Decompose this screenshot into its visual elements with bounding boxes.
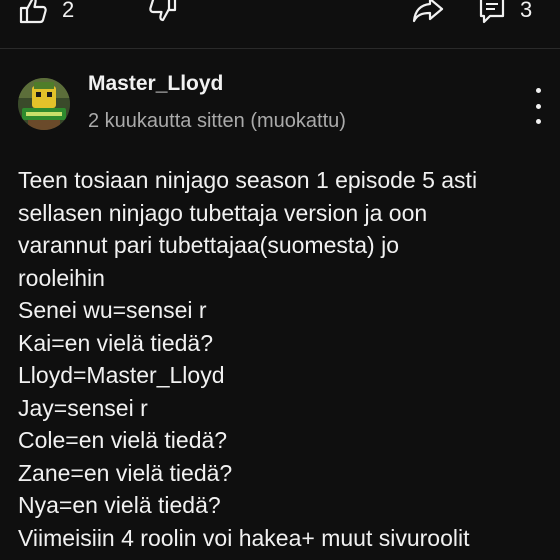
- dislike-button[interactable]: [148, 0, 178, 24]
- like-count: 2: [62, 0, 75, 22]
- comment-line: Kai=en vielä tiedä?: [18, 329, 214, 356]
- thumb-down-icon: [148, 0, 178, 24]
- comment-line: Viimeisiin 4 roolin voi hakea+ muut sivu…: [18, 524, 470, 551]
- comment-timestamp: 2 kuukautta sitten (muokattu): [88, 110, 346, 132]
- comment-line: Cole=en vielä tiedä?: [18, 427, 228, 453]
- share-button[interactable]: [412, 0, 444, 24]
- comment-line: sellasen ninjago tubettaja version ja oo…: [18, 199, 428, 226]
- comment-line: Zane=en vielä tiedä?: [18, 459, 233, 486]
- avatar[interactable]: [18, 78, 70, 130]
- action-bar: 2 3: [0, 0, 560, 49]
- more-vertical-icon-dot: [535, 88, 541, 93]
- comment-line: Senei wu=sensei r: [18, 297, 207, 323]
- share-icon: [412, 0, 444, 24]
- comment-line: varannut pari tubettajaa(suomesta) jo: [18, 232, 399, 258]
- thumb-up-icon: [18, 0, 48, 24]
- comments-button[interactable]: 3: [478, 0, 532, 24]
- comment-line: Lloyd=Master_Lloyd: [18, 362, 225, 388]
- comment-body: Teen tosiaan ninjago season 1 episode 5 …: [18, 164, 558, 554]
- comment-page: 2 3 Master_Lloyd 2 kuukautta sitten (muo…: [0, 0, 560, 560]
- comment-line: Nya=en vielä tiedä?: [18, 492, 221, 518]
- comment-line: Jay=sensei r: [18, 394, 148, 421]
- comment-icon: [478, 0, 506, 25]
- more-vertical-icon-dot: [535, 103, 541, 109]
- comment-line: Teen tosiaan ninjago season 1 episode 5 …: [18, 167, 478, 193]
- comment-author[interactable]: Master_Lloyd: [88, 72, 223, 96]
- more-options-button[interactable]: [526, 88, 550, 124]
- comment-line: rooleihin: [18, 264, 105, 291]
- comment-count: 3: [520, 0, 533, 22]
- like-button[interactable]: 2: [18, 0, 74, 24]
- more-vertical-icon-dot: [535, 119, 541, 124]
